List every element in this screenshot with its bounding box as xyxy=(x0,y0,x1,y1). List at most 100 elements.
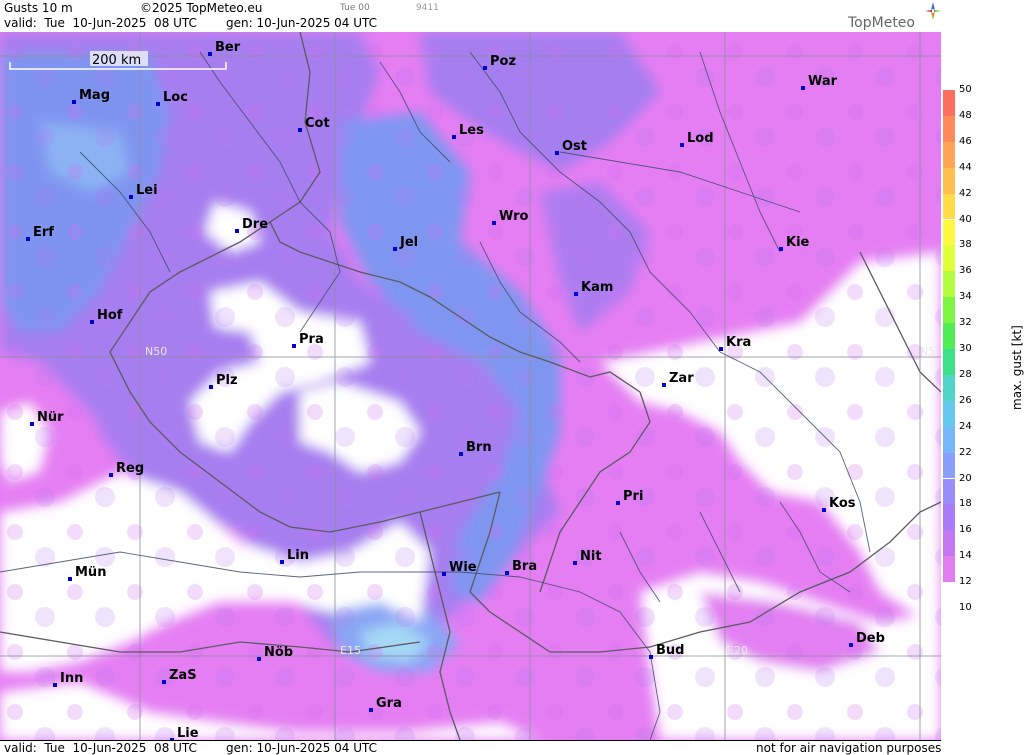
colorbar-swatch xyxy=(943,478,955,505)
colorbar-tick-label: 50 xyxy=(959,84,972,95)
lon-label-e20: E20 xyxy=(727,644,748,657)
lon-label-e15: E15 xyxy=(340,644,361,657)
city-label: Gra xyxy=(376,696,402,711)
city-marker xyxy=(162,680,166,684)
city-marker xyxy=(459,452,463,456)
city-label: Reg xyxy=(116,461,144,476)
city-label: Loc xyxy=(163,90,188,105)
city-marker xyxy=(492,221,496,225)
colorbar-swatch xyxy=(943,530,955,557)
colorbar-swatch xyxy=(943,245,955,272)
city-label: Lie xyxy=(177,726,199,740)
city-label: Les xyxy=(459,123,484,138)
city-label: ZaS xyxy=(169,668,197,683)
city-marker xyxy=(616,501,620,505)
city-label: Bra xyxy=(512,559,537,574)
city-marker xyxy=(505,571,509,575)
colorbar-swatch xyxy=(943,167,955,194)
city-marker xyxy=(90,320,94,324)
city-label: Plz xyxy=(216,373,238,388)
city-label: Mün xyxy=(75,565,106,580)
city-label: Dre xyxy=(242,217,268,232)
colorbar-swatch xyxy=(943,323,955,349)
city-label: Ber xyxy=(215,40,241,55)
city-label: Cot xyxy=(305,116,330,131)
lat-label-n50: N50 xyxy=(145,345,167,358)
colorbar-swatch xyxy=(943,556,955,583)
city-marker xyxy=(209,385,213,389)
city-label: War xyxy=(808,74,838,89)
city-label: Kie xyxy=(786,235,810,250)
city-marker xyxy=(393,247,397,251)
city-label: Lod xyxy=(687,131,714,146)
city-marker xyxy=(30,422,34,426)
city-marker xyxy=(257,657,261,661)
city-label: Kra xyxy=(726,335,751,350)
city-marker xyxy=(109,473,113,477)
header-bar: Gusts 10 m ©2025 TopMeteo.eu Tue 00 9411… xyxy=(0,0,941,33)
city-marker xyxy=(849,643,853,647)
city-marker xyxy=(649,655,653,659)
gen-time: gen: 10-Jun-2025 04 UTC xyxy=(226,16,378,30)
colorbar-tick-label: 36 xyxy=(959,265,972,277)
city-label: Ost xyxy=(562,139,587,154)
city-marker xyxy=(72,100,76,104)
colorbar-tick-label: 48 xyxy=(959,109,972,121)
city-marker xyxy=(680,143,684,147)
colorbar-swatch xyxy=(943,400,955,427)
brand-logo-text: TopMeteo xyxy=(848,15,915,31)
city-marker xyxy=(555,151,559,155)
copyright-text: ©2025 TopMeteo.eu xyxy=(140,1,263,15)
colorbar-swatch xyxy=(943,90,955,116)
city-label: Poz xyxy=(490,54,516,69)
colorbar-swatch xyxy=(943,426,955,453)
colorbar-tick-label: 12 xyxy=(959,576,972,588)
city-marker xyxy=(53,683,57,687)
colorbar-tick-label: 20 xyxy=(959,472,972,484)
city-label: Zar xyxy=(669,371,694,386)
colorbar-tick-label: 32 xyxy=(959,317,972,329)
city-marker xyxy=(719,347,723,351)
city-label: Bud xyxy=(656,643,684,658)
colorbar-swatch xyxy=(943,452,955,479)
disclaimer-text: not for air navigation purposes xyxy=(756,741,942,755)
city-marker xyxy=(298,128,302,132)
city-label: Lin xyxy=(287,548,309,563)
code-label: 9411 xyxy=(416,3,439,13)
city-marker xyxy=(129,195,133,199)
city-marker xyxy=(292,344,296,348)
city-label: Deb xyxy=(856,631,885,646)
colorbar-tick-label: 18 xyxy=(959,498,972,510)
run-label: Tue 00 xyxy=(340,3,370,13)
colorbar-tick-label: 38 xyxy=(959,239,972,251)
city-label: Nür xyxy=(37,410,64,425)
city-marker xyxy=(280,560,284,564)
city-label: Hof xyxy=(97,308,123,323)
colorbar-swatch xyxy=(943,297,955,324)
city-label: Pri xyxy=(623,489,643,504)
colorbar-tick-label: 40 xyxy=(959,213,972,225)
gust-texture xyxy=(0,32,941,740)
colorbar-swatch xyxy=(943,193,955,220)
footer-valid-time: valid: Tue 10-Jun-2025 08 UTC xyxy=(4,741,197,755)
colorbar-swatch xyxy=(943,115,955,142)
city-label: Erf xyxy=(33,225,54,240)
colorbar-tick-label: 26 xyxy=(959,394,972,406)
colorbar-tick-label: 28 xyxy=(959,368,972,380)
city-marker xyxy=(822,508,826,512)
city-label: Lei xyxy=(136,183,158,198)
colorbar-swatch xyxy=(943,374,955,401)
gust-map[interactable]: N50 N5 E15 E20 200 km Ber Poz War Mag Loc Cot… xyxy=(0,32,941,740)
valid-time: valid: Tue 10-Jun-2025 08 UTC xyxy=(4,16,197,30)
city-label: Wro xyxy=(499,209,529,224)
colorbar-tick-label: 16 xyxy=(959,524,972,536)
colorbar-tick-label: 42 xyxy=(959,187,972,199)
lat-label-right: N5 xyxy=(920,345,935,358)
footer-gen-time: gen: 10-Jun-2025 04 UTC xyxy=(226,741,378,755)
city-marker xyxy=(574,292,578,296)
colorbar-swatch xyxy=(943,504,955,531)
city-label: Wie xyxy=(449,560,477,575)
colorbar-tick-label: 10 xyxy=(959,602,972,613)
colorbar-tick-label: 24 xyxy=(959,420,972,432)
colorbar-tick-label: 22 xyxy=(959,446,972,458)
